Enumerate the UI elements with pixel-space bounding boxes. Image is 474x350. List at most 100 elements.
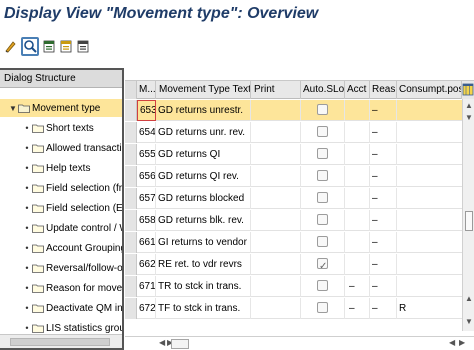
- auto-sloc-checkbox[interactable]: [317, 279, 328, 291]
- row-selector[interactable]: [125, 276, 137, 297]
- tree-item-update-control[interactable]: • Update control / W: [22, 219, 122, 237]
- table-row[interactable]: 657 GD returns blocked –: [125, 188, 462, 209]
- print-cell: [251, 210, 301, 231]
- pencil-glasses-icon[interactable]: [4, 38, 18, 54]
- auto-sloc-checkbox[interactable]: [317, 191, 328, 203]
- scroll-down-arrow-icon[interactable]: ▼: [465, 317, 473, 326]
- print-cell: [251, 166, 301, 187]
- movement-type-cell: 658: [137, 210, 156, 231]
- print-cell: [251, 298, 301, 319]
- reason-cell: –: [370, 144, 397, 165]
- row-selector[interactable]: [125, 232, 137, 253]
- folder-icon: [32, 304, 44, 313]
- table-row[interactable]: 655 GD returns QI –: [125, 144, 462, 165]
- folder-icon: [32, 324, 44, 333]
- table-row[interactable]: 658 GD returns blk. rev. –: [125, 210, 462, 231]
- auto-sloc-checkbox[interactable]: [317, 301, 328, 313]
- page-up-arrow-icon[interactable]: ▲: [465, 294, 473, 303]
- print-cell: [251, 188, 301, 209]
- auto-sloc-cell: [301, 276, 345, 297]
- scrollbar-thumb[interactable]: [10, 338, 110, 346]
- details-icon[interactable]: [21, 36, 39, 56]
- row-selector[interactable]: [125, 188, 137, 209]
- reason-cell: –: [370, 210, 397, 231]
- column-header-acct[interactable]: Acct: [345, 81, 370, 99]
- acct-cell: [345, 166, 370, 187]
- auto-sloc-checkbox[interactable]: [317, 169, 328, 181]
- table-row[interactable]: 662RE ret. to vdr revrs –: [125, 254, 462, 275]
- table-header: M... Movement Type Text Print Auto.SLoc.…: [125, 81, 474, 99]
- folder-icon: [32, 144, 44, 153]
- tree-item-short-texts[interactable]: • Short texts: [22, 119, 93, 137]
- column-settings-icon[interactable]: [462, 81, 474, 99]
- column-header-auto-sloc[interactable]: Auto.SLoc.: [301, 81, 345, 99]
- print-cell: [251, 232, 301, 253]
- column-header-text[interactable]: Movement Type Text: [156, 81, 251, 99]
- select-all-icon[interactable]: [42, 38, 56, 54]
- tree-horizontal-scrollbar[interactable]: [0, 334, 122, 348]
- row-selector[interactable]: [125, 144, 137, 165]
- scrollbar-thumb[interactable]: [465, 211, 473, 231]
- tree-item-field-selection-enjoy[interactable]: • Field selection (Enjo: [22, 199, 122, 217]
- print-cell: [251, 276, 301, 297]
- row-selector[interactable]: [125, 100, 137, 121]
- folder-icon: [32, 204, 44, 213]
- consumption-posting-cell: [397, 188, 462, 209]
- scroll-left-end-arrow-icon[interactable]: ◀: [449, 338, 455, 347]
- tree-item-account-grouping[interactable]: • Account Grouping: [22, 239, 122, 257]
- acct-cell: [345, 144, 370, 165]
- auto-sloc-checkbox[interactable]: [317, 147, 328, 159]
- table-row[interactable]: 653 GD returns unrestr. –: [125, 100, 462, 121]
- movement-type-cell: 662: [137, 254, 156, 275]
- movement-type-text-cell: GD returns blocked: [156, 188, 251, 209]
- table-row[interactable]: 671 TR to stck in trans. – –: [125, 276, 462, 297]
- tree-item-field-selection-from[interactable]: • Field selection (from: [22, 179, 122, 197]
- table-row[interactable]: 654 GD returns unr. rev. –: [125, 122, 462, 143]
- reason-cell: –: [370, 254, 397, 275]
- tree-item-help-texts[interactable]: • Help texts: [22, 159, 90, 177]
- row-selector[interactable]: [125, 210, 137, 231]
- row-selector[interactable]: [125, 298, 137, 319]
- row-selector[interactable]: [125, 122, 137, 143]
- dialog-structure-pane: Dialog Structure ▼ Movement type • Short…: [0, 68, 124, 350]
- tree-item-reversal-follow-on[interactable]: • Reversal/follow-on r: [22, 259, 122, 277]
- row-selector[interactable]: [125, 166, 137, 187]
- tree-item-reason-for-movement[interactable]: • Reason for moveme: [22, 279, 122, 297]
- column-header-consumpt-postg[interactable]: Consumpt.postg: [397, 81, 462, 99]
- column-header-mvt[interactable]: M...: [137, 81, 156, 99]
- row-selector[interactable]: [125, 254, 137, 275]
- tree-item-allowed-transaction[interactable]: • Allowed transaction: [22, 139, 122, 157]
- page-down-arrow-icon[interactable]: ▼: [465, 113, 473, 122]
- auto-sloc-checkbox[interactable]: [317, 213, 328, 225]
- scrollbar-thumb[interactable]: [171, 339, 189, 349]
- auto-sloc-cell: [301, 232, 345, 253]
- movement-type-text-cell: TF to stck in trans.: [156, 298, 251, 319]
- auto-sloc-checkbox[interactable]: [317, 125, 328, 137]
- movement-type-text-cell: GD returns unrestr.: [156, 100, 251, 121]
- table-vertical-scrollbar[interactable]: ▲ ▼ ▲ ▼: [462, 99, 474, 331]
- auto-sloc-checkbox[interactable]: [317, 235, 328, 247]
- folder-icon: [32, 164, 44, 173]
- scroll-up-arrow-icon[interactable]: ▲: [465, 101, 473, 110]
- movement-type-cell: 671: [137, 276, 156, 297]
- movement-type-cell: 657: [137, 188, 156, 209]
- expand-triangle-icon[interactable]: ▼: [8, 104, 18, 113]
- reason-cell: –: [370, 276, 397, 297]
- table-horizontal-scrollbar[interactable]: ◀ ▶ ◀ ▶: [125, 336, 474, 350]
- tree-item-movement-type[interactable]: ▼ Movement type: [0, 99, 122, 117]
- auto-sloc-checkbox[interactable]: [317, 103, 328, 115]
- dialog-structure-header: Dialog Structure: [0, 70, 122, 88]
- deselect-all-icon[interactable]: [76, 38, 90, 54]
- scroll-right-end-arrow-icon[interactable]: ▶: [459, 338, 465, 347]
- auto-sloc-checkbox[interactable]: [317, 256, 328, 275]
- table-row[interactable]: 656 GD returns QI rev. –: [125, 166, 462, 187]
- scroll-left-arrow-icon[interactable]: ◀: [159, 338, 165, 347]
- table-row[interactable]: 672 TF to stck in trans. – – R: [125, 298, 462, 319]
- tree-item-deactivate-qm[interactable]: • Deactivate QM insp: [22, 299, 122, 317]
- select-block-icon[interactable]: [59, 38, 73, 54]
- table-row[interactable]: 661 GI returns to vendor –: [125, 232, 462, 253]
- select-all-column-header[interactable]: [125, 81, 137, 99]
- movement-type-text-cell: GD returns unr. rev.: [156, 122, 251, 143]
- column-header-reas[interactable]: Reas.: [370, 81, 397, 99]
- column-header-print[interactable]: Print: [251, 81, 301, 99]
